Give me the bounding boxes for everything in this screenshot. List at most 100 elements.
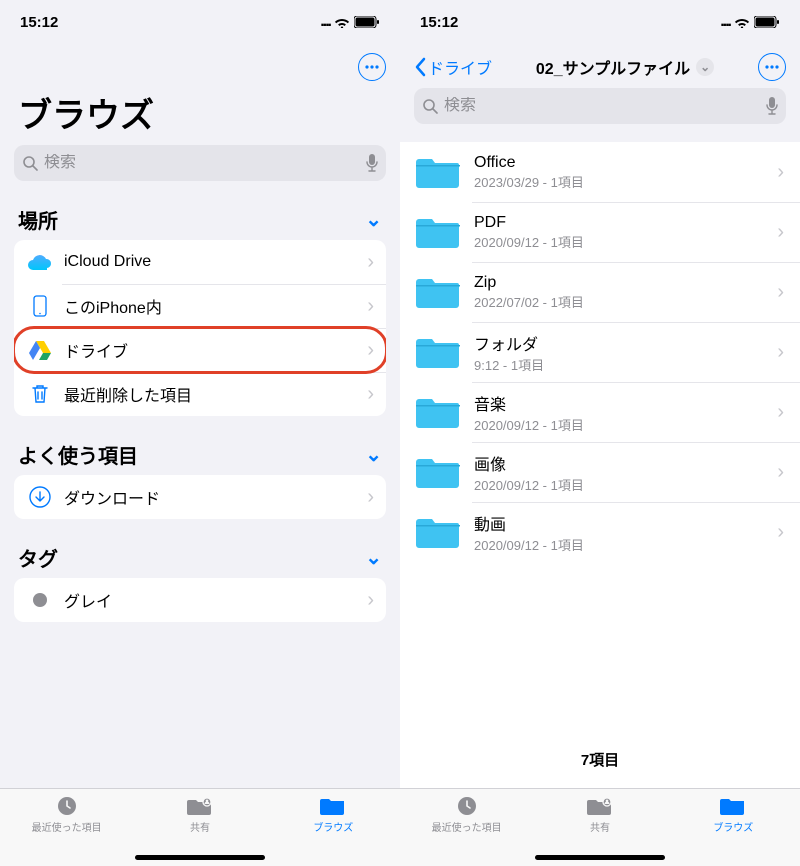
folder-row[interactable]: 動画 2020/09/12 - 1項目 › (400, 502, 800, 562)
location-icloud-drive[interactable]: iCloud Drive › (14, 240, 386, 284)
tab-label: ブラウズ (313, 819, 353, 834)
folder-icon (416, 514, 460, 550)
folder-meta: 2020/09/12 - 1項目 (474, 535, 777, 554)
location-recently-deleted[interactable]: 最近削除した項目 › (14, 372, 386, 416)
folder-name: 画像 (474, 451, 777, 475)
locations-header[interactable]: 場所 ⌄ (0, 191, 400, 240)
chevron-right-icon: › (777, 221, 784, 244)
status-bar: 15:12 .... (400, 0, 800, 44)
tab-shared[interactable]: 共有 (560, 795, 640, 834)
search-input[interactable] (44, 154, 360, 172)
folder-icon (416, 334, 460, 370)
clock-icon (54, 795, 80, 817)
folder-list: Office 2023/03/29 - 1項目 › PDF 2020/09/12… (400, 142, 800, 731)
clock-icon (454, 795, 480, 817)
folder-row[interactable]: PDF 2020/09/12 - 1項目 › (400, 202, 800, 262)
more-button[interactable] (358, 53, 386, 81)
chevron-right-icon: › (777, 281, 784, 304)
folder-meta: 2020/09/12 - 1項目 (474, 475, 777, 494)
back-button[interactable]: ドライブ (414, 55, 492, 79)
cellular-icon: .... (320, 13, 330, 31)
tags-header[interactable]: タグ ⌄ (0, 529, 400, 578)
mic-icon[interactable] (766, 97, 778, 115)
shared-folder-icon (587, 795, 613, 817)
location-on-iphone[interactable]: このiPhone内 › (14, 284, 386, 328)
search-icon (422, 98, 438, 114)
folder-icon (416, 274, 460, 310)
status-bar: 15:12 .... (0, 0, 400, 44)
mic-icon[interactable] (366, 154, 378, 172)
folder-header: ドライブ 02_サンプルファイル ⌄ (400, 44, 800, 88)
folder-icon (416, 214, 460, 250)
row-label: ダウンロード (64, 485, 367, 509)
favorite-downloads[interactable]: ダウンロード › (14, 475, 386, 519)
status-time: 15:12 (420, 14, 458, 31)
folder-title-text: 02_サンプルファイル (536, 55, 690, 79)
folder-name: Office (474, 154, 777, 172)
tab-label: ブラウズ (713, 819, 753, 834)
search-input[interactable] (444, 97, 760, 115)
tab-label: 共有 (590, 819, 610, 834)
chevron-right-icon: › (367, 295, 374, 318)
folder-icon (720, 795, 746, 817)
more-button[interactable] (758, 53, 786, 81)
cellular-icon: .... (720, 13, 730, 31)
folder-icon (416, 454, 460, 490)
chevron-down-icon: ⌄ (696, 58, 714, 76)
phone-right: 15:12 .... ドライブ 02_サンプルファイル ⌄ (400, 0, 800, 866)
folder-name: Zip (474, 274, 777, 292)
wifi-icon (734, 16, 750, 28)
folder-name: フォルダ (474, 331, 777, 355)
favorites-header-label: よく使う項目 (18, 440, 138, 469)
chevron-right-icon: › (367, 251, 374, 274)
favorites-group: ダウンロード › (14, 475, 386, 519)
chevron-right-icon: › (777, 521, 784, 544)
iphone-icon (26, 292, 54, 320)
battery-icon (754, 16, 780, 28)
chevron-right-icon: › (777, 161, 784, 184)
tab-browse[interactable]: ブラウズ (293, 795, 373, 834)
folder-meta: 9:12 - 1項目 (474, 355, 777, 374)
home-indicator[interactable] (535, 855, 665, 860)
tab-shared[interactable]: 共有 (160, 795, 240, 834)
tab-label: 最近使った項目 (32, 819, 102, 834)
home-indicator[interactable] (135, 855, 265, 860)
item-count: 7項目 (400, 731, 800, 788)
folder-name: PDF (474, 214, 777, 232)
tab-recents[interactable]: 最近使った項目 (27, 795, 107, 834)
tab-recents[interactable]: 最近使った項目 (427, 795, 507, 834)
folder-name: 動画 (474, 511, 777, 535)
folder-meta: 2023/03/29 - 1項目 (474, 172, 777, 191)
gray-dot-icon (26, 586, 54, 614)
folder-row[interactable]: 音楽 2020/09/12 - 1項目 › (400, 382, 800, 442)
folder-icon (416, 394, 460, 430)
favorites-header[interactable]: よく使う項目 ⌄ (0, 426, 400, 475)
location-drive[interactable]: ドライブ › (14, 328, 386, 372)
chevron-right-icon: › (777, 341, 784, 364)
folder-row[interactable]: Zip 2022/07/02 - 1項目 › (400, 262, 800, 322)
search-bar[interactable] (414, 88, 786, 124)
chevron-right-icon: › (367, 339, 374, 362)
status-indicators: .... (720, 13, 780, 31)
tag-gray[interactable]: グレイ › (14, 578, 386, 622)
folder-meta: 2020/09/12 - 1項目 (474, 415, 777, 434)
folder-row[interactable]: 画像 2020/09/12 - 1項目 › (400, 442, 800, 502)
folder-meta: 2020/09/12 - 1項目 (474, 232, 777, 251)
chevron-right-icon: › (367, 486, 374, 509)
folder-title[interactable]: 02_サンプルファイル ⌄ (536, 55, 714, 79)
folder-name: 音楽 (474, 391, 777, 415)
header-row (0, 44, 400, 88)
folder-icon (320, 795, 346, 817)
locations-group: iCloud Drive › このiPhone内 › ドライブ › (14, 240, 386, 416)
search-bar[interactable] (14, 145, 386, 181)
status-indicators: .... (320, 13, 380, 31)
chevron-down-icon: ⌄ (365, 545, 382, 570)
trash-icon (26, 380, 54, 408)
tab-browse[interactable]: ブラウズ (693, 795, 773, 834)
chevron-left-icon (414, 57, 426, 77)
tab-label: 共有 (190, 819, 210, 834)
folder-row[interactable]: Office 2023/03/29 - 1項目 › (400, 142, 800, 202)
folder-row[interactable]: フォルダ 9:12 - 1項目 › (400, 322, 800, 382)
page-title: ブラウズ (0, 88, 400, 145)
download-icon (26, 483, 54, 511)
